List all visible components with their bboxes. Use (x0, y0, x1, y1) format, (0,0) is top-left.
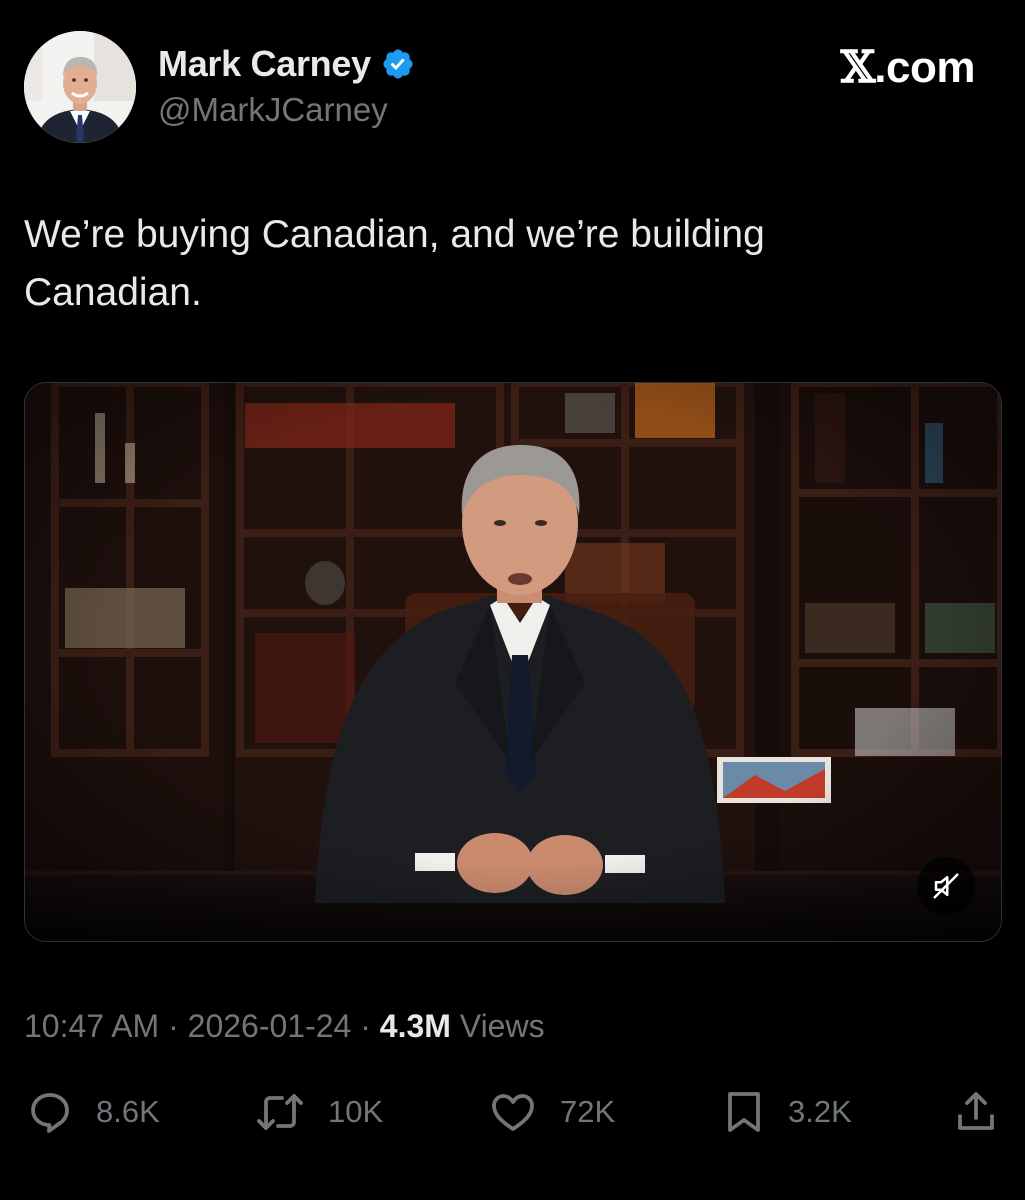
repost-count: 10K (328, 1094, 384, 1129)
views-count: 4.3M (379, 1008, 451, 1044)
tweet-text: We’re buying Canadian, and we’re buildin… (24, 213, 765, 314)
brand-domain: .com (874, 43, 975, 92)
meta-separator: · (351, 1008, 380, 1044)
reply-icon (26, 1088, 74, 1136)
share-button[interactable] (952, 1080, 1000, 1144)
bookmark-count: 3.2K (788, 1094, 852, 1129)
verified-badge-icon (381, 47, 415, 81)
x-logo-icon: 𝕏 (840, 42, 875, 93)
reply-count: 8.6K (96, 1094, 160, 1129)
author-display-name[interactable]: Mark Carney (158, 42, 371, 86)
x-com-logo: 𝕏.com (840, 40, 975, 96)
views-label: Views (450, 1008, 545, 1044)
video-player[interactable] (24, 382, 1002, 942)
tweet-time[interactable]: 10:47 AM (24, 1008, 159, 1044)
meta-separator: · (159, 1008, 188, 1044)
share-icon (952, 1088, 1000, 1136)
avatar-image (24, 31, 136, 143)
tweet: Mark Carney @MarkJCarney 𝕏.com We’re buy… (0, 0, 1025, 1200)
reply-button[interactable]: 8.6K (26, 1080, 160, 1144)
repost-icon (254, 1088, 306, 1136)
bookmark-icon (722, 1088, 766, 1136)
like-count: 72K (560, 1094, 616, 1129)
author-handle[interactable]: @MarkJCarney (158, 88, 388, 132)
repost-button[interactable]: 10K (254, 1080, 383, 1144)
tweet-meta: 10:47 AM · 2026-01-24 · 4.3M Views (24, 1004, 545, 1048)
tweet-date[interactable]: 2026-01-24 (188, 1008, 352, 1044)
heart-icon (488, 1088, 538, 1136)
bookmark-button[interactable]: 3.2K (722, 1080, 852, 1144)
mute-button[interactable] (917, 857, 975, 915)
video-frame (25, 383, 1001, 941)
like-button[interactable]: 72K (488, 1080, 615, 1144)
author-name-row: Mark Carney (158, 42, 415, 86)
action-bar: 8.6K 10K 72K 3.2K (0, 1080, 1025, 1144)
avatar[interactable] (24, 31, 136, 143)
muted-speaker-icon (931, 871, 961, 901)
